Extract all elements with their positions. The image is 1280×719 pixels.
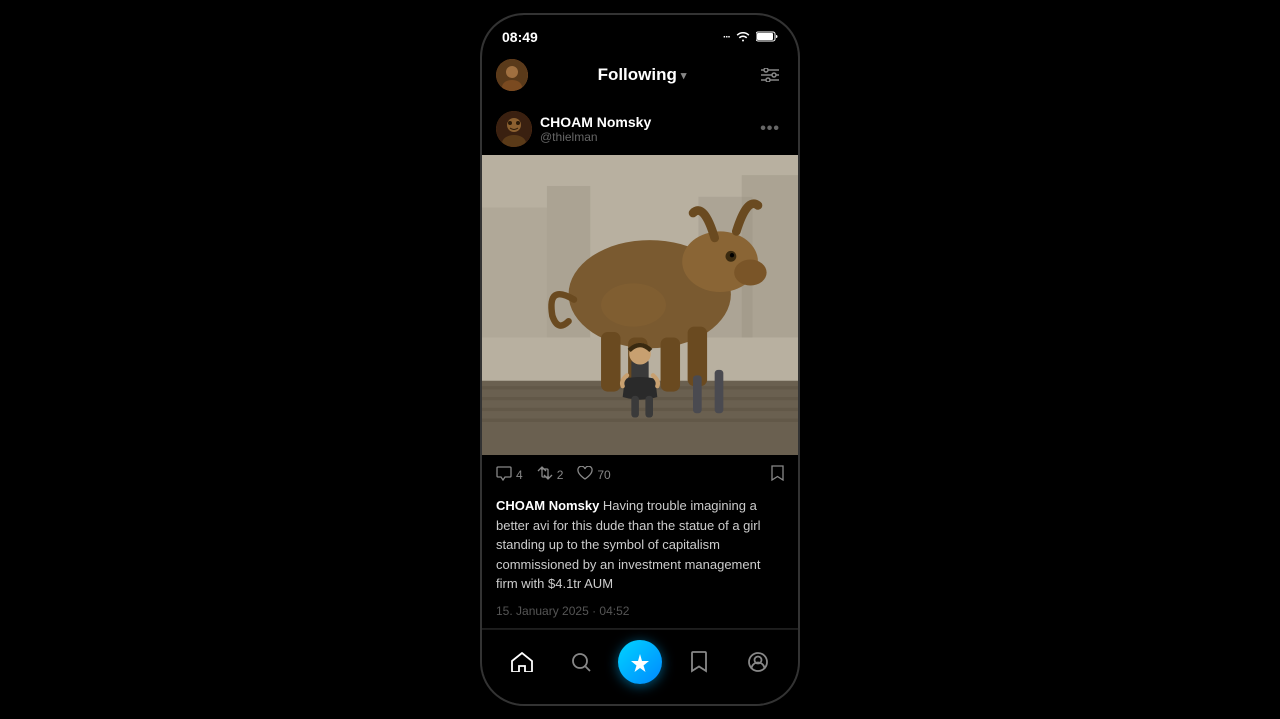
post-more-button[interactable]: ••• — [756, 120, 784, 138]
repost-action[interactable]: 2 — [537, 466, 564, 483]
nav-bookmarks[interactable] — [677, 644, 721, 680]
chevron-down-icon: ▾ — [681, 69, 687, 82]
comment-action[interactable]: 4 — [496, 466, 523, 484]
post-timestamp: 15. January 2025 · 04:52 — [482, 602, 798, 628]
post-user[interactable]: CHOAM Nomsky @thielman — [496, 111, 651, 147]
phone-frame: 08:49 ··· — [480, 13, 800, 706]
post-header: CHOAM Nomsky @thielman ••• — [482, 101, 798, 155]
dynamic-island — [590, 25, 690, 53]
post-user-info: CHOAM Nomsky @thielman — [540, 114, 651, 144]
bookmark-icon — [771, 465, 784, 484]
battery-icon — [756, 30, 778, 45]
post-content: CHOAM Nomsky Having trouble imagining a … — [482, 492, 798, 602]
status-time: 08:49 — [502, 29, 538, 45]
comment-count: 4 — [516, 468, 523, 482]
phone-screen: 08:49 ··· — [482, 15, 798, 704]
post-actions: 4 2 — [482, 455, 798, 492]
comment-icon — [496, 466, 512, 484]
nav-search[interactable] — [559, 644, 603, 680]
like-count: 70 — [597, 468, 610, 482]
feed: CHOAM Nomsky @thielman ••• — [482, 101, 798, 629]
nav-compose-button[interactable] — [618, 640, 662, 684]
bottom-nav — [482, 629, 798, 704]
feed-title-text: Following — [598, 65, 677, 85]
post-handle: @thielman — [540, 130, 651, 144]
header: Following ▾ — [482, 51, 798, 101]
repost-count: 2 — [557, 468, 564, 482]
post-item: CHOAM Nomsky @thielman ••• — [482, 101, 798, 629]
bookmark-action[interactable] — [771, 465, 784, 484]
post-content-author: CHOAM Nomsky — [496, 498, 599, 513]
user-avatar[interactable] — [496, 59, 528, 91]
nav-profile[interactable] — [736, 644, 780, 680]
filter-button[interactable] — [756, 61, 784, 89]
feed-title[interactable]: Following ▾ — [598, 65, 687, 85]
repost-icon — [537, 466, 553, 483]
status-icons: ··· — [723, 30, 778, 45]
signal-icon: ··· — [723, 32, 730, 43]
heart-icon — [577, 466, 593, 483]
post-image — [482, 155, 798, 455]
wifi-icon — [736, 30, 750, 45]
post-avatar — [496, 111, 532, 147]
nav-home[interactable] — [500, 644, 544, 680]
like-action[interactable]: 70 — [577, 466, 610, 483]
post-username: CHOAM Nomsky — [540, 114, 651, 130]
